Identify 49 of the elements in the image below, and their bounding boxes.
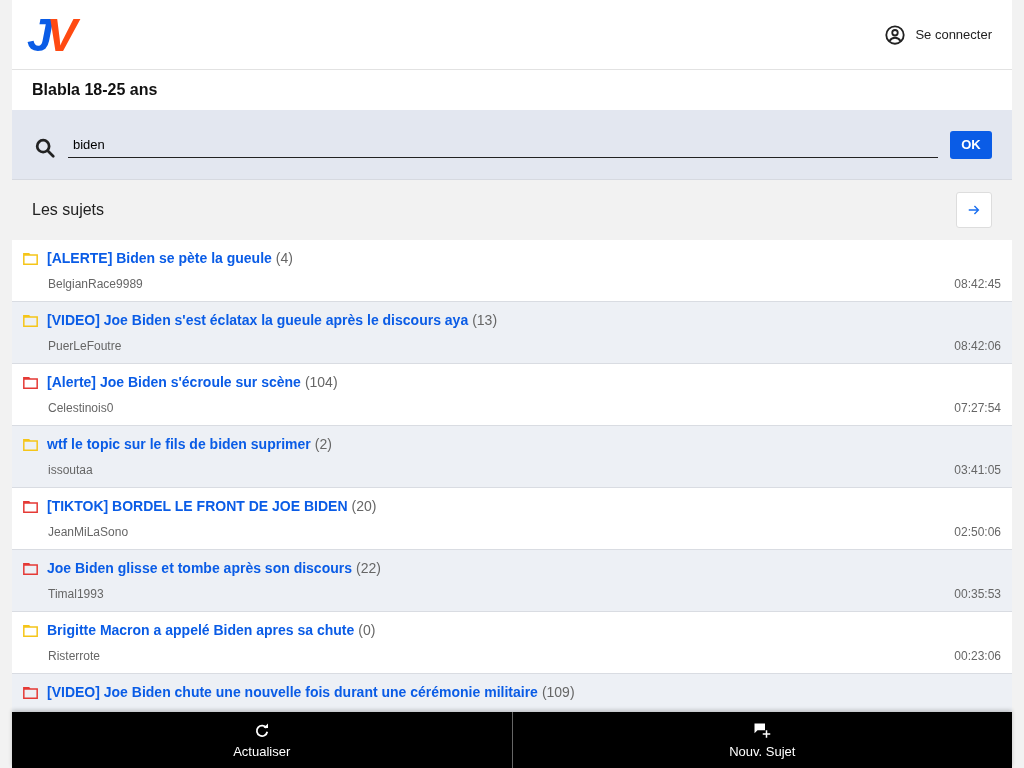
topic-author: issoutaa	[48, 463, 93, 477]
new-topic-button[interactable]: Nouv. Sujet	[511, 712, 1012, 768]
reply-count: (20)	[351, 498, 377, 514]
topic-author: JeanMiLaSono	[48, 525, 129, 539]
reply-count: (0)	[358, 622, 376, 638]
topic-row[interactable]: Brigitte Macron a appelé Biden apres sa chute (0) Risterrote 00:23:06	[12, 612, 1012, 674]
topic-title[interactable]: [VIDEO] Joe Biden chute une nouvelle fois durant une cérémonie militaire	[47, 684, 538, 700]
topic-title[interactable]: Joe Biden glisse et tombe après son discours	[47, 560, 352, 576]
topic-author: BelgianRace9989	[48, 277, 143, 291]
topic-row[interactable]: [TIKTOK] BORDEL LE FRONT DE JOE BIDEN (20) JeanMiLaSono 02:50:06	[12, 488, 1012, 550]
topic-title[interactable]: [VIDEO] Joe Biden s'est éclatax la gueule après le discours aya	[47, 312, 469, 328]
topic-time: 00:23:06	[954, 649, 1001, 663]
topic-time: 00:35:53	[954, 587, 1001, 601]
user-icon	[884, 23, 907, 46]
reply-count: (109)	[541, 684, 575, 700]
login-link[interactable]: Se connecter	[884, 23, 992, 46]
forum-title: Blabla 18-25 ans	[32, 81, 158, 99]
topic-title[interactable]: wtf le topic sur le fils de biden suprimer	[47, 436, 311, 452]
search-icon	[34, 136, 56, 159]
reply-count: (22)	[356, 560, 381, 576]
topic-row[interactable]: [Alerte] Joe Biden s'écroule sur scène (104) Celestinois0 07:27:54	[12, 364, 1012, 426]
topic-author: PuerLeFoutre	[48, 339, 122, 353]
topic-title[interactable]: [Alerte] Joe Biden s'écroule sur scène	[47, 374, 301, 390]
topic-time: 08:42:45	[954, 277, 1001, 291]
topic-title[interactable]: [ALERTE] Biden se pète la gueule	[47, 250, 272, 266]
topic-time: 03:41:05	[954, 463, 1001, 477]
reply-count: (2)	[314, 436, 332, 452]
reply-count: (13)	[472, 312, 498, 328]
reply-count: (104)	[304, 374, 338, 390]
ok-button[interactable]: OK	[950, 130, 992, 159]
topic-title[interactable]: Brigitte Macron a appelé Biden apres sa chute	[47, 622, 355, 638]
topic-row[interactable]: [VIDEO] Joe Biden chute une nouvelle fois durant une cérémonie militaire (109)	[12, 674, 1012, 712]
topic-row[interactable]: Joe Biden glisse et tombe après son discours (22) Timal1993 00:35:53	[12, 550, 1012, 612]
section-title: Les sujets	[32, 201, 105, 219]
topic-author: Celestinois0	[48, 401, 114, 415]
topic-time: 07:27:54	[954, 401, 1001, 415]
topic-row[interactable]: [VIDEO] Joe Biden s'est éclatax la gueule après le discours aya (13) PuerLeFoutre 08:42:06	[12, 302, 1012, 364]
refresh-button[interactable]: Actualiser	[12, 712, 512, 768]
reply-count: (4)	[275, 250, 293, 266]
next-button[interactable]	[956, 192, 992, 228]
search-bar[interactable]: biden OK	[12, 110, 1012, 180]
topic-author: Risterrote	[48, 649, 100, 663]
topic-time: 02:50:06	[954, 525, 1001, 539]
topic-author: Timal1993	[48, 587, 104, 601]
arrow-icon	[967, 203, 981, 217]
topic-title[interactable]: [TIKTOK] BORDEL LE FRONT DE JOE BIDEN	[47, 498, 348, 514]
topic-time: 08:42:06	[954, 339, 1001, 353]
topic-row[interactable]: [ALERTE] Biden se pète la gueule (4) BelgianRace9989 08:42:45	[12, 240, 1012, 302]
topic-row[interactable]: wtf le topic sur le fils de biden suprimer (2) issoutaa 03:41:05	[12, 426, 1012, 488]
